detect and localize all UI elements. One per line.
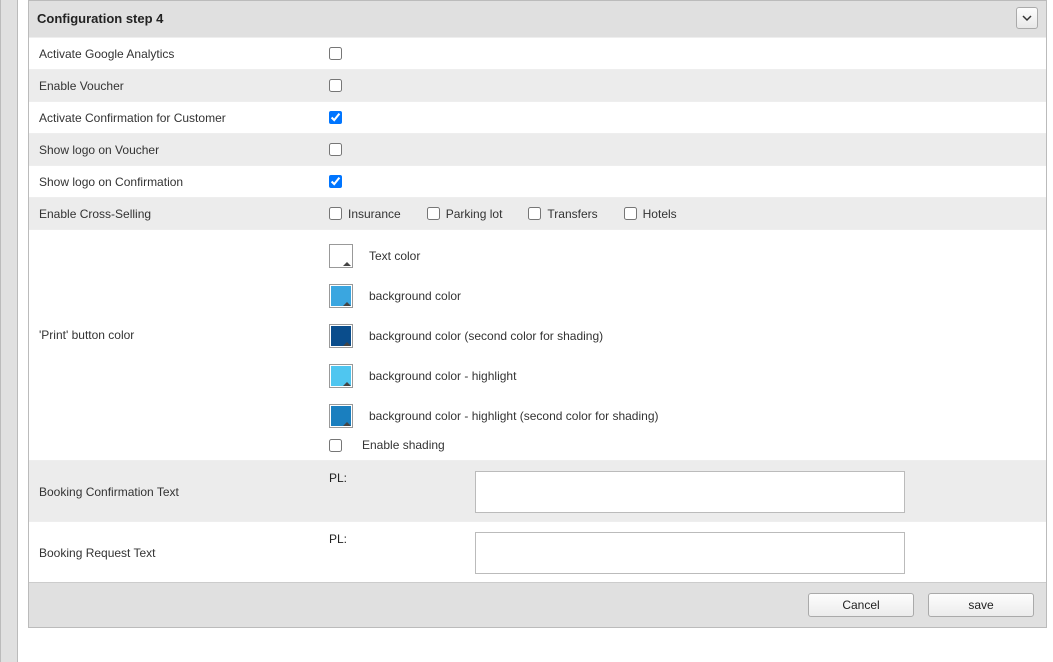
print-color-list: Text color background color (329, 238, 1036, 434)
label-activate-confirmation: Activate Confirmation for Customer (29, 111, 329, 125)
save-button[interactable]: save (928, 593, 1034, 617)
color-swatch-text[interactable] (329, 244, 353, 268)
textarea-booking-confirmation[interactable] (475, 471, 905, 513)
swatch-arrow-icon (343, 382, 351, 386)
row-enable-voucher: Enable Voucher (29, 69, 1046, 101)
color-item-text: Text color (329, 244, 1036, 268)
checkbox-enable-voucher[interactable] (329, 79, 342, 92)
checkbox-show-logo-confirmation[interactable] (329, 175, 342, 188)
checkbox-show-logo-voucher[interactable] (329, 143, 342, 156)
label-cross-selling: Enable Cross-Selling (29, 207, 329, 221)
label-cross-parking[interactable]: Parking lot (446, 207, 503, 221)
color-label-text: Text color (369, 249, 420, 263)
swatch-arrow-icon (343, 342, 351, 346)
label-activate-analytics: Activate Google Analytics (29, 47, 329, 61)
enable-shading-row: Enable shading (329, 438, 1036, 452)
color-swatch-hl[interactable] (329, 364, 353, 388)
viewport: Configuration step 4 Activate Google Ana… (0, 0, 1053, 662)
label-booking-confirmation: Booking Confirmation Text (29, 469, 329, 499)
swatch-arrow-icon (343, 302, 351, 306)
color-swatch-bg[interactable] (329, 284, 353, 308)
row-show-logo-confirmation: Show logo on Confirmation (29, 165, 1046, 197)
panel-header: Configuration step 4 (29, 1, 1046, 37)
lang-label-request: PL: (329, 532, 459, 546)
cross-selling-options: Insurance Parking lot Transfers Hotels (329, 207, 1046, 221)
color-label-hl2: background color - highlight (second col… (369, 409, 659, 423)
panel-collapse-button[interactable] (1016, 7, 1038, 29)
color-item-bg: background color (329, 284, 1036, 308)
checkbox-cross-parking[interactable] (427, 207, 440, 220)
config-panel: Configuration step 4 Activate Google Ana… (28, 0, 1047, 628)
color-item-hl2: background color - highlight (second col… (329, 404, 1036, 428)
row-booking-request-text: Booking Request Text PL: (29, 521, 1046, 582)
settings-rows: Activate Google Analytics Enable Voucher… (29, 37, 1046, 582)
label-cross-transfers[interactable]: Transfers (547, 207, 597, 221)
checkbox-activate-analytics[interactable] (329, 47, 342, 60)
row-print-button-color: 'Print' button color Text color (29, 229, 1046, 460)
label-show-logo-voucher: Show logo on Voucher (29, 143, 329, 157)
swatch-arrow-icon (343, 262, 351, 266)
color-label-bg2: background color (second color for shadi… (369, 329, 603, 343)
row-booking-confirmation-text: Booking Confirmation Text PL: (29, 460, 1046, 521)
textarea-booking-request[interactable] (475, 532, 905, 574)
row-activate-analytics: Activate Google Analytics (29, 37, 1046, 69)
chevron-down-icon (1022, 13, 1032, 23)
label-cross-insurance[interactable]: Insurance (348, 207, 401, 221)
checkbox-activate-confirmation[interactable] (329, 111, 342, 124)
checkbox-cross-insurance[interactable] (329, 207, 342, 220)
label-cross-hotels[interactable]: Hotels (643, 207, 677, 221)
color-label-bg: background color (369, 289, 461, 303)
panel-footer: Cancel save (29, 582, 1046, 627)
color-item-bg2: background color (second color for shadi… (329, 324, 1036, 348)
lang-label-confirmation: PL: (329, 471, 459, 485)
label-enable-shading: Enable shading (362, 438, 445, 452)
label-enable-voucher: Enable Voucher (29, 79, 329, 93)
row-cross-selling: Enable Cross-Selling Insurance Parking l… (29, 197, 1046, 229)
panel-title: Configuration step 4 (37, 11, 163, 26)
color-label-hl: background color - highlight (369, 369, 516, 383)
left-gutter (0, 0, 18, 662)
color-swatch-hl2[interactable] (329, 404, 353, 428)
cancel-button[interactable]: Cancel (808, 593, 914, 617)
color-swatch-bg2[interactable] (329, 324, 353, 348)
label-print-button-color: 'Print' button color (29, 238, 329, 342)
checkbox-cross-hotels[interactable] (624, 207, 637, 220)
label-booking-request: Booking Request Text (29, 530, 329, 560)
label-show-logo-confirmation: Show logo on Confirmation (29, 175, 329, 189)
checkbox-enable-shading[interactable] (329, 439, 342, 452)
row-activate-confirmation: Activate Confirmation for Customer (29, 101, 1046, 133)
checkbox-cross-transfers[interactable] (528, 207, 541, 220)
color-item-hl: background color - highlight (329, 364, 1036, 388)
row-show-logo-voucher: Show logo on Voucher (29, 133, 1046, 165)
swatch-arrow-icon (343, 422, 351, 426)
